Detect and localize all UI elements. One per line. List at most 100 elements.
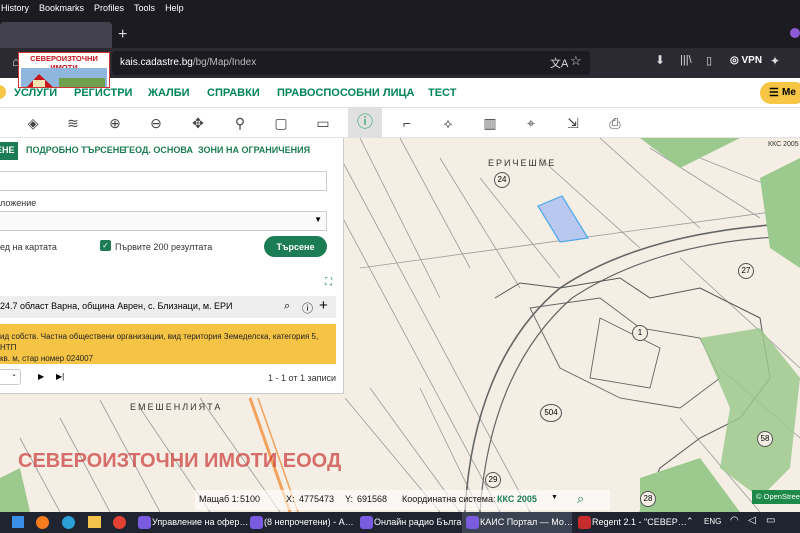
zoom-out-icon[interactable]: ⊖ <box>145 112 167 134</box>
nav-pravosposobni[interactable]: ПРАВОСПОСОБНИ ЛИЦА <box>277 87 415 99</box>
watermark-text: СЕВЕРОИЗТОЧНИ ИМОТИ ЕООД <box>18 450 342 472</box>
taskbar-item-5-label: Regent 2.1 - "СЕВЕР… <box>592 517 687 527</box>
polygon-tool-icon[interactable]: ⟡ <box>437 112 459 134</box>
extensions-icon[interactable]: ✦ <box>770 54 780 68</box>
crosshair-icon[interactable]: ⌖ <box>520 112 542 134</box>
info-icon[interactable]: ⓘ <box>348 108 382 138</box>
tab-geod-basis[interactable]: ГЕОД. ОСНОВА <box>124 145 193 155</box>
browser-tab-icon <box>466 516 479 529</box>
library-icon[interactable]: |||\ <box>680 54 692 66</box>
map-icon[interactable]: ▥ <box>479 112 501 134</box>
menu-profiles[interactable]: Profiles <box>93 3 125 13</box>
nav-registri[interactable]: РЕГИСТРИ <box>74 87 132 99</box>
zoom-in-icon[interactable]: ⊕ <box>104 112 126 134</box>
on-map-label[interactable]: ед на картата <box>0 242 57 252</box>
coord-dropdown-icon[interactable]: ▼ <box>551 494 558 501</box>
tab-restriction-zones[interactable]: ЗОНИ НА ОГРАНИЧЕНИЯ <box>198 145 310 155</box>
result-info-icon[interactable]: ⓘ <box>302 300 313 316</box>
purple-extension-icon[interactable] <box>790 28 800 38</box>
parcel-24[interactable]: 24 <box>494 172 510 188</box>
menu-button[interactable]: ☰ Ме <box>760 82 800 104</box>
expand-icon[interactable]: ⛶ <box>325 277 332 288</box>
taskbar-item-2[interactable]: (8 непрочетени) - А… <box>246 512 356 533</box>
osm-attribution[interactable]: © OpenStreetMap <box>752 490 800 504</box>
browser-menubar: History Bookmarks Profiles Tools Help <box>0 0 800 16</box>
wifi-icon[interactable]: ◠ <box>730 515 739 526</box>
map-label-kks: ККС 2005 <box>768 141 799 148</box>
vpn-label: VPN <box>741 55 763 66</box>
last-page-icon[interactable]: ▶| <box>56 372 64 381</box>
nav-uslugi[interactable]: УСЛУГИ <box>14 87 57 99</box>
explorer-icon[interactable] <box>88 516 101 528</box>
windows-start-icon[interactable] <box>12 516 24 528</box>
new-tab-button[interactable]: + <box>118 26 127 44</box>
page-size-select[interactable]: ⌄ <box>0 369 21 385</box>
pager-text: 1 - 1 от 1 записи <box>268 373 337 383</box>
search-panel: ЕНЕ ПОДРОБНО ТЪРСЕНЕ ГЕОД. ОСНОВА ЗОНИ Н… <box>0 138 344 394</box>
measure-icon[interactable]: ⌐ <box>396 112 418 134</box>
result-row[interactable]: 24.7 област Варна, община Аврен, с. Близ… <box>0 296 336 318</box>
taskbar-item-5[interactable]: Regent 2.1 - "СЕВЕР… <box>574 512 687 533</box>
print-icon[interactable]: ⎙ <box>604 112 626 134</box>
remove-area-icon[interactable]: ▭ <box>312 112 334 134</box>
translate-icon[interactable]: 文A <box>550 55 568 71</box>
tray-arrow-icon[interactable]: ⌃ <box>686 516 694 527</box>
first200-label: Първите 200 резултата <box>115 242 213 252</box>
add-result-icon[interactable]: + <box>319 297 328 314</box>
pocket-icon[interactable]: ⬇ <box>655 53 665 67</box>
taskbar-item-2-label: (8 непрочетени) - А… <box>264 517 354 527</box>
taskbar-item-4[interactable]: КАИС Портал — Мо… <box>462 512 573 533</box>
map-label-emeshenliyata: ЕМЕШЕНЛИЯТА <box>130 402 223 412</box>
sidebar-icon[interactable]: ▯ <box>706 54 712 67</box>
coord-system-label: Координатна система: <box>402 494 496 504</box>
taskbar-item-3[interactable]: Онлайн радио Бълга… <box>356 512 470 533</box>
location-select[interactable]: ▼ <box>0 211 327 231</box>
export-icon[interactable]: ⇲ <box>562 112 584 134</box>
layers-single-icon[interactable]: ◈ <box>22 112 44 134</box>
nav-left-icon[interactable] <box>0 85 6 99</box>
nav-jalbi[interactable]: ЖАЛБИ <box>148 87 190 99</box>
os-taskbar: Управление на офер… (8 непрочетени) - А…… <box>0 512 800 533</box>
chrome-icon[interactable] <box>113 516 126 529</box>
scale-value[interactable]: 5100 <box>240 494 260 504</box>
parcel-1[interactable]: 1 <box>632 325 648 341</box>
first200-checkbox[interactable]: ✓ <box>100 240 111 251</box>
search-input[interactable] <box>0 171 327 191</box>
nav-spravki[interactable]: СПРАВКИ <box>207 87 260 99</box>
firefox-icon[interactable] <box>36 516 49 529</box>
vpn-badge[interactable]: ◎ VPN <box>730 55 762 66</box>
parcel-504[interactable]: 504 <box>540 404 562 422</box>
bookmark-star-icon[interactable]: ☆ <box>570 53 582 69</box>
volume-icon[interactable]: ◁ <box>748 515 756 526</box>
edge-icon[interactable] <box>62 516 75 529</box>
battery-icon[interactable]: ▭ <box>766 515 775 526</box>
browser-tab-active[interactable] <box>0 22 112 48</box>
regent-icon <box>578 516 591 529</box>
tab-detailed-search[interactable]: ПОДРОБНО ТЪРСЕНЕ <box>26 145 125 155</box>
tab-search-active[interactable]: ЕНЕ <box>0 142 18 160</box>
parcel-28[interactable]: 28 <box>640 491 656 507</box>
language-indicator[interactable]: ENG <box>704 517 721 526</box>
map-toolbar: ◈ ≋ ⊕ ⊖ ✥ ⚲ ▢ ▭ ⓘ ⌐ ⟡ ▥ ⌖ ⇲ ⎙ <box>0 108 800 138</box>
parcel-58[interactable]: 58 <box>757 431 773 447</box>
location-pin-icon[interactable]: ⚲ <box>229 112 251 134</box>
parcel-29[interactable]: 29 <box>485 472 501 488</box>
parcel-27[interactable]: 27 <box>738 263 754 279</box>
url-bar[interactable]: kais.cadastre.bg/bg/Map/Index <box>112 51 590 75</box>
pan-icon[interactable]: ✥ <box>187 112 209 134</box>
menu-bookmarks[interactable]: Bookmarks <box>38 3 85 13</box>
menu-history[interactable]: History <box>0 3 30 13</box>
nav-test[interactable]: ТЕСТ <box>428 87 456 99</box>
browser-tab-icon <box>360 516 373 529</box>
coord-search-icon[interactable]: ⌕ <box>577 491 584 507</box>
add-area-icon[interactable]: ▢ <box>270 112 292 134</box>
menu-tools[interactable]: Tools <box>133 3 156 13</box>
coord-system-value[interactable]: ККС 2005 <box>497 494 537 504</box>
menu-help[interactable]: Help <box>164 3 185 13</box>
taskbar-item-1[interactable]: Управление на офер… <box>134 512 248 533</box>
search-button[interactable]: Търсене <box>264 236 327 257</box>
layers-icon[interactable]: ≋ <box>62 112 84 134</box>
zoom-search-icon[interactable]: ⌕ <box>284 300 290 313</box>
next-page-icon[interactable]: ▶ <box>38 372 44 381</box>
house-logo-icon <box>21 68 107 87</box>
